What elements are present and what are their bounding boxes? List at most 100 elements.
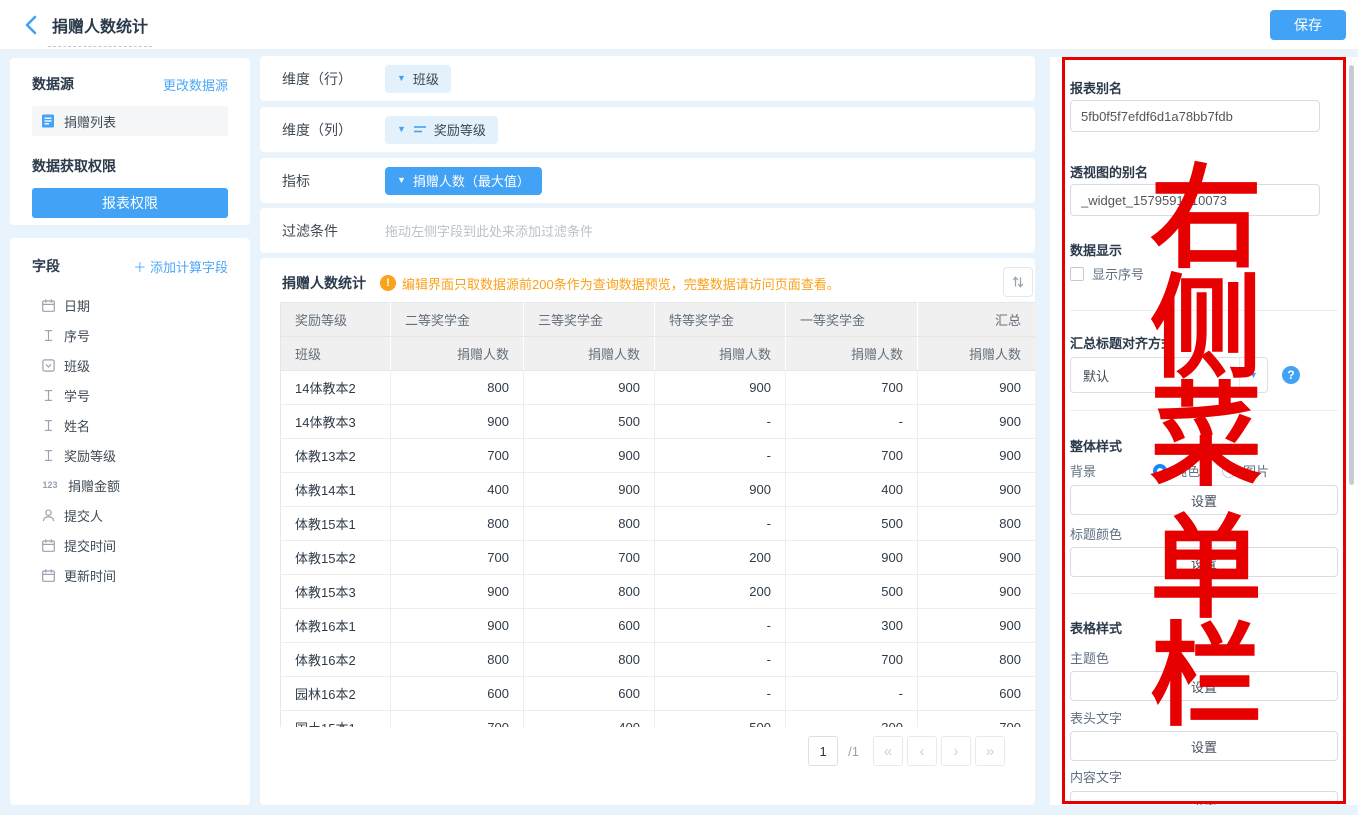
preview-warning: ! 编辑界面只取数据源前200条作为查询数据预览，完整数据请访问页面查看。	[380, 274, 840, 293]
report-permission-button[interactable]: 报表权限	[32, 188, 228, 218]
filter-row: 过滤条件 拖动左侧字段到此处来添加过滤条件	[260, 208, 1035, 253]
divider	[1070, 593, 1338, 594]
bg-image-option[interactable]: 图片	[1243, 461, 1269, 480]
first-page-button[interactable]: «	[873, 736, 903, 766]
col-dimension-tag[interactable]: ▼ 奖励等级	[385, 116, 498, 144]
table-cell: 700	[918, 711, 1036, 728]
header-cell: 捐赠人数	[786, 337, 918, 371]
bg-color-option[interactable]: 纯色	[1174, 461, 1200, 480]
table-cell: 200	[655, 541, 786, 575]
content-text-label: 内容文字	[1070, 767, 1122, 786]
field-label: 奖励等级	[64, 446, 116, 465]
field-item-donation-amount[interactable]: 123 捐赠金额	[32, 470, 228, 500]
table-cell: 900	[391, 405, 524, 439]
metric-tag[interactable]: ▼ 捐赠人数（最大值）	[385, 167, 542, 195]
preview-warning-text: 编辑界面只取数据源前200条作为查询数据预览，完整数据请访问页面查看。	[402, 274, 840, 293]
pivot-table: 奖励等级 二等奖学金 三等奖学金 特等奖学金 一等奖学金 汇总 班级 捐赠人数 …	[280, 302, 1035, 727]
warning-icon: !	[380, 275, 396, 291]
help-icon[interactable]: ?	[1282, 366, 1300, 384]
table-cell: 300	[786, 711, 918, 728]
radio-unselected-icon[interactable]	[1222, 464, 1236, 478]
field-item-date[interactable]: 日期	[32, 290, 228, 320]
field-item-serial[interactable]: 序号	[32, 320, 228, 350]
caret-down-icon: ▼	[397, 176, 406, 185]
next-page-button[interactable]: ›	[941, 736, 971, 766]
title-color-set-button[interactable]: 设置	[1070, 547, 1338, 577]
field-item-award-level[interactable]: 奖励等级	[32, 440, 228, 470]
theme-color-set-button[interactable]: 设置	[1070, 671, 1338, 701]
last-page-button[interactable]: »	[975, 736, 1005, 766]
table-subheader-row: 班级 捐赠人数 捐赠人数 捐赠人数 捐赠人数 捐赠人数	[281, 337, 1036, 371]
chevron-left-icon	[20, 13, 44, 37]
divider	[1070, 410, 1338, 411]
header-cell: 捐赠人数	[655, 337, 786, 371]
fields-panel: 字段 ＋ 添加计算字段 日期 序号 班级 学号 姓名	[10, 238, 250, 805]
field-item-submitter[interactable]: 提交人	[32, 500, 228, 530]
row-label: 体教15本3	[281, 575, 391, 609]
table-cell: 600	[918, 677, 1036, 711]
person-icon	[40, 507, 56, 523]
field-item-update-time[interactable]: 更新时间	[32, 560, 228, 590]
field-label: 捐赠金额	[68, 476, 120, 495]
row-label: 体教16本2	[281, 643, 391, 677]
summary-align-select[interactable]: 默认 ▼	[1070, 357, 1268, 393]
header-cell: 特等奖学金	[655, 303, 786, 337]
field-item-student-id[interactable]: 学号	[32, 380, 228, 410]
report-alias-label: 报表别名	[1070, 78, 1122, 97]
scrollbar[interactable]	[1349, 65, 1354, 485]
table-row: 体教15本3900800200500900	[281, 575, 1036, 609]
table-cell: -	[786, 405, 918, 439]
background-set-button[interactable]: 设置	[1070, 485, 1338, 515]
prev-page-button[interactable]: ‹	[907, 736, 937, 766]
settings-panel: 报表别名 透视图的别名 数据显示 显示序号 汇总标题对齐方式 默认 ▼ ? 整体…	[1050, 57, 1358, 805]
field-label: 班级	[64, 356, 90, 375]
header-text-set-button[interactable]: 设置	[1070, 731, 1338, 761]
row-label: 国土15本1	[281, 711, 391, 728]
page-number-input[interactable]	[808, 736, 838, 766]
header-text-label: 表头文字	[1070, 708, 1122, 727]
row-label: 体教13本2	[281, 439, 391, 473]
text-icon	[40, 447, 56, 463]
checkbox-unchecked-icon[interactable]	[1070, 267, 1084, 281]
field-item-name[interactable]: 姓名	[32, 410, 228, 440]
field-label: 学号	[64, 386, 90, 405]
table-cell: 500	[524, 405, 655, 439]
table-cell: -	[655, 439, 786, 473]
row-dimension-tag[interactable]: ▼ 班级	[385, 65, 451, 93]
datasource-item-label: 捐赠列表	[64, 112, 116, 131]
table-row: 14体教本3900500--900	[281, 405, 1036, 439]
caret-down-icon: ▼	[1239, 358, 1267, 392]
table-cell: 900	[918, 439, 1036, 473]
header-cell: 捐赠人数	[391, 337, 524, 371]
content-text-set-button[interactable]: 设置	[1070, 791, 1338, 805]
calendar-icon	[40, 537, 56, 553]
caret-down-icon: ▼	[397, 74, 406, 83]
calendar-icon	[40, 297, 56, 313]
show-index-option[interactable]: 显示序号	[1070, 264, 1144, 283]
table-row: 14体教本2800900900700900	[281, 371, 1036, 405]
sort-toggle-button[interactable]	[1003, 267, 1033, 297]
table-cell: 900	[918, 473, 1036, 507]
table-cell: 700	[391, 711, 524, 728]
pivot-alias-input[interactable]	[1070, 184, 1320, 216]
field-item-class[interactable]: 班级	[32, 350, 228, 380]
row-label: 体教15本2	[281, 541, 391, 575]
table-cell: -	[786, 677, 918, 711]
filter-label: 过滤条件	[282, 221, 385, 241]
filter-dropzone[interactable]: 拖动左侧字段到此处来添加过滤条件	[385, 221, 593, 240]
field-item-submit-time[interactable]: 提交时间	[32, 530, 228, 560]
table-cell: 900	[655, 473, 786, 507]
background-options: 背景 纯色 图片	[1070, 461, 1269, 480]
change-datasource-link[interactable]: 更改数据源	[163, 75, 228, 94]
table-cell: 900	[918, 371, 1036, 405]
report-alias-input[interactable]	[1070, 100, 1320, 132]
select-icon	[40, 357, 56, 373]
sort-lines-icon	[413, 124, 427, 136]
radio-selected-icon[interactable]	[1153, 464, 1167, 478]
back-button[interactable]	[20, 13, 44, 37]
add-calc-field-link[interactable]: ＋ 添加计算字段	[133, 257, 228, 276]
save-button[interactable]: 保存	[1270, 10, 1346, 40]
table-cell: 900	[918, 541, 1036, 575]
datasource-item[interactable]: 捐赠列表	[32, 106, 228, 136]
header-cell: 汇总	[918, 303, 1036, 337]
